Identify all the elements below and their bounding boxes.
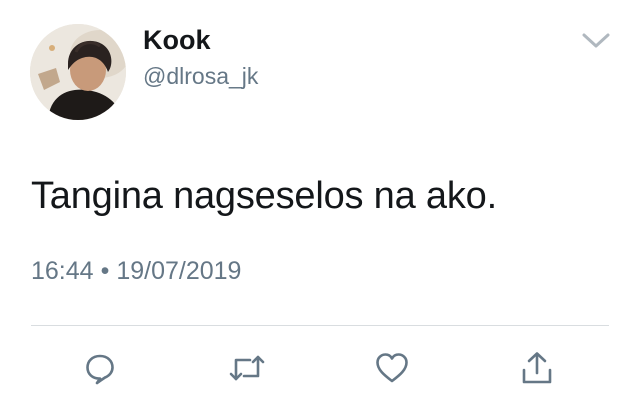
divider — [31, 325, 609, 326]
like-button[interactable] — [372, 348, 412, 388]
avatar-photo — [30, 24, 126, 120]
reply-button[interactable] — [80, 348, 120, 388]
tweet-timestamp[interactable]: 16:44 • 19/07/2019 — [31, 255, 241, 287]
tweet-time: 16:44 — [31, 257, 94, 285]
retweet-button[interactable] — [227, 348, 267, 388]
avatar[interactable] — [30, 24, 126, 120]
share-button[interactable] — [517, 348, 557, 388]
share-upload-icon — [522, 352, 552, 384]
author-handle[interactable]: @dlrosa_jk — [143, 62, 258, 90]
tweet-text: Tangina nagseselos na ako. — [31, 175, 497, 217]
heart-icon — [376, 353, 408, 383]
retweet-arrows-icon — [229, 355, 265, 381]
tweet-date: 19/07/2019 — [116, 257, 242, 285]
chevron-down-icon — [582, 33, 610, 48]
tweet-menu-button[interactable] — [579, 28, 613, 52]
author-display-name[interactable]: Kook — [143, 24, 211, 56]
speech-bubble-icon — [86, 354, 114, 385]
meta-separator: • — [100, 257, 110, 285]
